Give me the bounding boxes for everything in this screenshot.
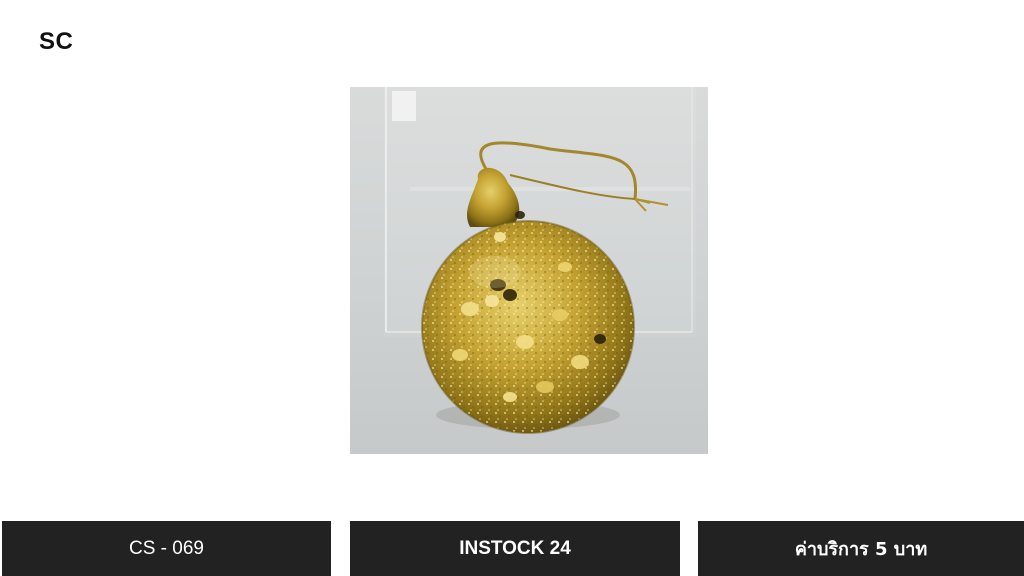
brand-logo-text: SC — [39, 28, 74, 55]
product-image — [350, 87, 708, 454]
product-code-label: CS - 069 — [2, 521, 331, 576]
stock-count-label: INSTOCK 24 — [350, 521, 680, 576]
product-card: SC CS - 069 INSTOCK 24 ค่าบริการ 5 บาท — [0, 0, 1024, 576]
gold-ornament-ball-icon — [384, 87, 696, 434]
service-fee-label: ค่าบริการ 5 บาท — [698, 521, 1024, 576]
